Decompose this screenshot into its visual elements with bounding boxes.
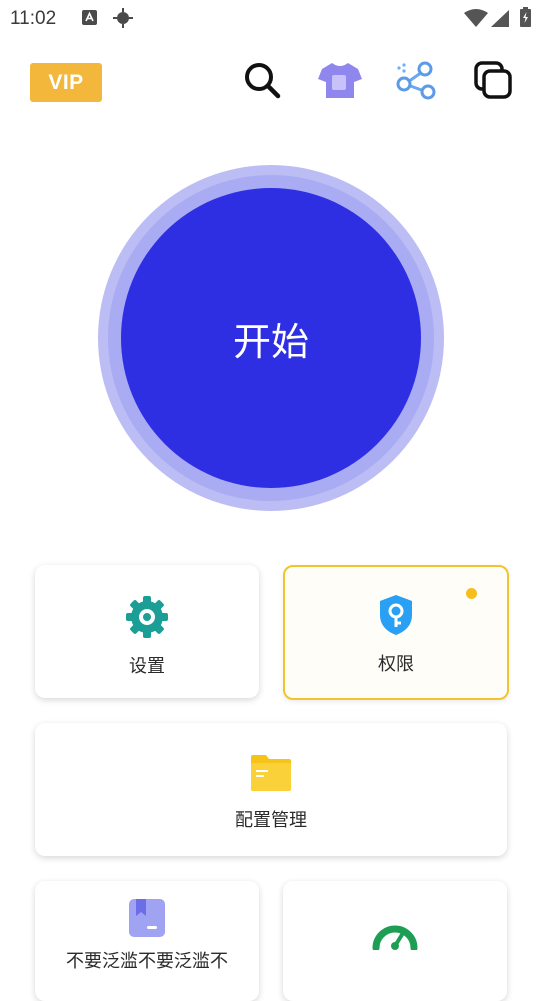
notification-dot [466, 588, 477, 599]
status-bar: 11:02 [0, 0, 542, 36]
notice-card[interactable]: 不要泛滥不要泛滥不 [35, 881, 259, 1001]
speedometer-icon [372, 916, 418, 954]
notice-label: 不要泛滥不要泛滥不 [66, 951, 228, 972]
copy-button[interactable] [471, 60, 515, 104]
search-button[interactable] [240, 60, 284, 104]
folder-icon [250, 753, 292, 797]
signal-icon [491, 10, 509, 31]
gear-icon [125, 595, 169, 643]
theme-button[interactable] [318, 60, 362, 104]
theme-shirt-icon [318, 61, 362, 103]
settings-card[interactable]: 设置 [35, 565, 259, 698]
speed-card[interactable] [283, 881, 507, 1001]
start-button[interactable]: 开始 [121, 188, 421, 488]
search-icon [242, 60, 282, 104]
location-icon [113, 8, 133, 32]
settings-label: 设置 [129, 656, 165, 677]
share-icon [395, 60, 439, 104]
wifi-icon [464, 9, 488, 31]
shield-icon [376, 593, 416, 641]
config-management-label: 配置管理 [235, 810, 307, 831]
config-management-card[interactable]: 配置管理 [35, 723, 507, 856]
share-button[interactable] [395, 60, 439, 104]
status-time: 11:02 [10, 8, 57, 29]
app-notification-icon [82, 10, 97, 29]
permissions-label: 权限 [378, 654, 414, 675]
battery-icon [520, 7, 531, 31]
bookmark-icon [128, 898, 166, 942]
permissions-card[interactable]: 权限 [283, 565, 509, 700]
copy-windows-icon [473, 60, 513, 104]
vip-button[interactable]: VIP [30, 63, 102, 102]
